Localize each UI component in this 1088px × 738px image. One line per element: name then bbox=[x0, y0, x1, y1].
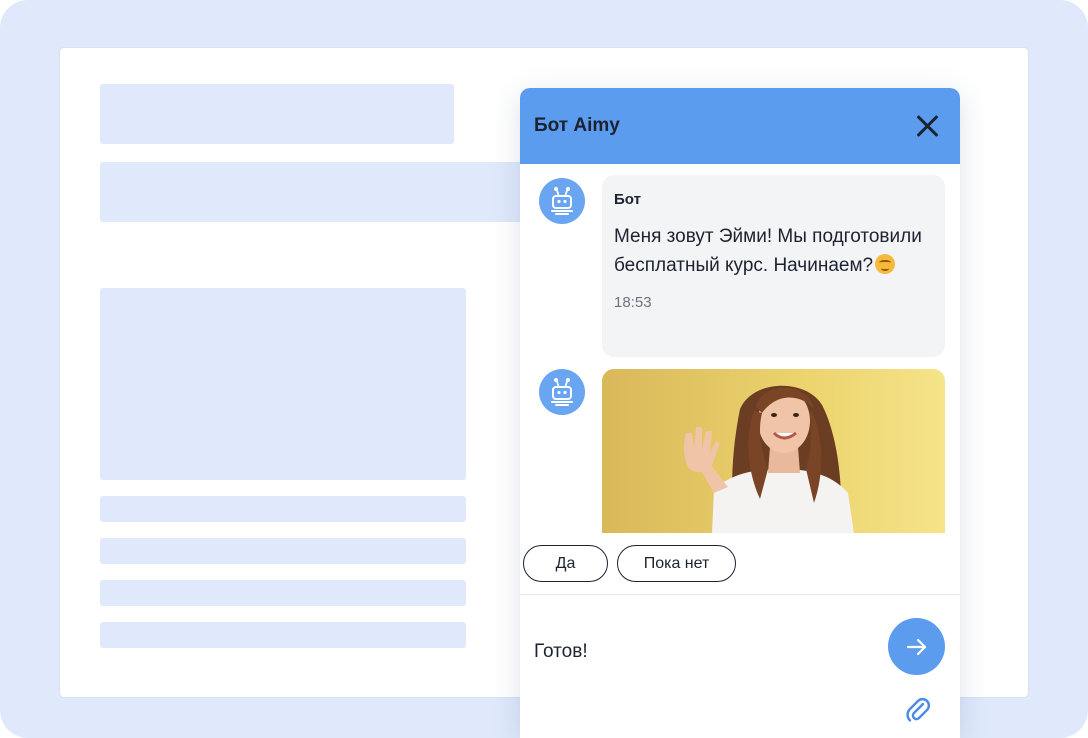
placeholder-line bbox=[100, 622, 466, 648]
arrow-right-icon bbox=[906, 638, 926, 655]
message-input[interactable] bbox=[534, 622, 874, 682]
message-sender: Бот bbox=[614, 191, 641, 208]
robot-icon bbox=[551, 378, 573, 406]
woman-waving-photo bbox=[602, 369, 945, 533]
paperclip-icon bbox=[906, 697, 931, 722]
placeholder-line bbox=[100, 496, 466, 522]
chat-title: Бот Aimy bbox=[534, 115, 620, 136]
placeholder-line bbox=[100, 580, 466, 606]
placeholder-image bbox=[100, 288, 466, 480]
bot-message: Бот Меня зовут Эйми! Мы подготовили бесп… bbox=[602, 175, 945, 357]
emoji-icon bbox=[875, 254, 896, 274]
message-image[interactable] bbox=[602, 369, 945, 533]
robot-icon bbox=[551, 187, 573, 215]
background-frame: Бот Aimy Бот Меня зовут Эйми! Мы подгото… bbox=[0, 0, 1088, 738]
send-button[interactable] bbox=[888, 618, 945, 675]
composer-divider bbox=[520, 594, 960, 595]
placeholder-block bbox=[100, 162, 540, 222]
quick-reply-yes-button[interactable]: Да bbox=[523, 545, 608, 582]
bot-avatar bbox=[539, 369, 585, 415]
placeholder-line bbox=[100, 538, 466, 564]
message-time: 18:53 bbox=[614, 294, 652, 311]
bot-avatar bbox=[539, 178, 585, 224]
attach-button[interactable] bbox=[902, 694, 934, 726]
chat-widget: Бот Aimy Бот Меня зовут Эйми! Мы подгото… bbox=[520, 88, 960, 738]
quick-reply-not-yet-button[interactable]: Пока нет bbox=[617, 545, 736, 582]
message-text-wrap: Меня зовут Эйми! Мы подготовили бесплатн… bbox=[614, 222, 933, 280]
placeholder-block bbox=[100, 84, 454, 144]
chat-header: Бот Aimy bbox=[520, 88, 960, 164]
close-icon[interactable] bbox=[912, 110, 944, 142]
